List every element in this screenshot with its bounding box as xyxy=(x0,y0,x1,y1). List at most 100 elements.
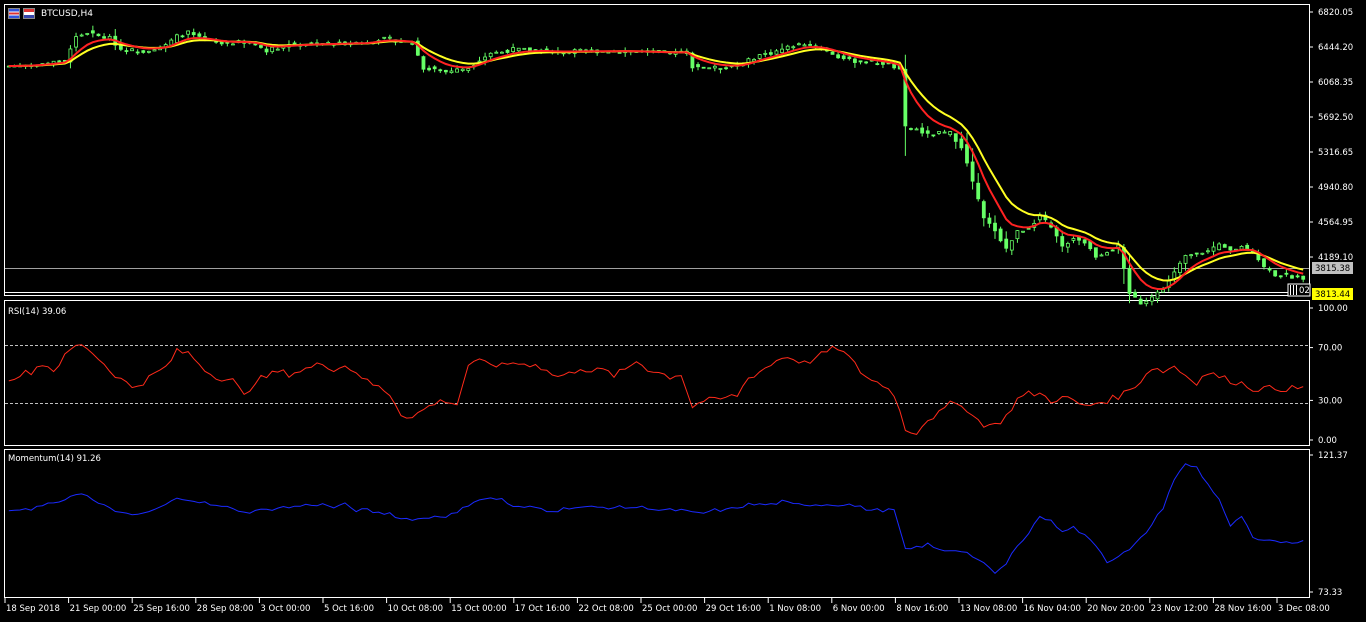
candle xyxy=(1099,253,1104,257)
candle xyxy=(427,65,431,72)
moving-averages xyxy=(8,37,1304,291)
time-tick-label: 20 Nov 20:00 xyxy=(1087,604,1144,614)
candle xyxy=(858,60,863,65)
momentum-line xyxy=(8,463,1304,574)
time-axis: 18 Sep 2018 21 Sep 00:00 25 Sep 16:00 28 Se… xyxy=(4,598,1330,614)
candle xyxy=(1273,270,1278,277)
candle xyxy=(768,49,773,57)
time-tick-label: 25 Oct 00:00 xyxy=(642,604,697,614)
candle xyxy=(707,67,712,70)
candle xyxy=(942,129,947,134)
time-tick-label: 3 Dec 08:00 xyxy=(1278,604,1330,614)
candle xyxy=(449,67,454,74)
candle xyxy=(796,42,801,46)
time-tick-label: 28 Nov 16:00 xyxy=(1214,604,1271,614)
rsi-tick-label: 70.00 xyxy=(1318,344,1342,354)
candle xyxy=(1295,273,1300,279)
candle xyxy=(443,69,448,75)
candle xyxy=(763,50,768,58)
candle xyxy=(522,47,527,50)
ma-slow-line xyxy=(8,39,1304,282)
candle xyxy=(1278,275,1283,279)
time-tick-label: 10 Oct 08:00 xyxy=(388,604,443,614)
time-tick-label: 8 Nov 16:00 xyxy=(896,604,948,614)
price-tick-label: 6444.20 xyxy=(1318,43,1353,53)
candle xyxy=(1060,230,1065,252)
candle xyxy=(1284,269,1289,277)
candle xyxy=(315,39,319,48)
symbol-label: BTCUSD,H4 xyxy=(41,8,94,19)
candle xyxy=(494,50,499,54)
candle xyxy=(1262,257,1266,270)
price-tick-label: 5692.50 xyxy=(1318,113,1353,123)
candle xyxy=(141,49,146,54)
time-tick-label: 13 Nov 08:00 xyxy=(960,604,1017,614)
price-tick-label: 4189.10 xyxy=(1318,253,1353,263)
candle xyxy=(1071,236,1076,244)
candle xyxy=(191,28,196,38)
candle xyxy=(993,215,997,239)
candle xyxy=(1166,275,1171,292)
time-tick-label: 5 Oct 16:00 xyxy=(324,604,374,614)
candle xyxy=(757,53,762,60)
candle xyxy=(505,49,510,54)
candle xyxy=(808,40,812,46)
candle xyxy=(696,62,700,71)
candle xyxy=(79,33,84,37)
rsi-panel-frame xyxy=(4,300,1310,446)
candle xyxy=(1138,295,1143,305)
momentum-label: Momentum(14) 91.26 xyxy=(8,454,101,464)
candle xyxy=(1043,211,1048,224)
candle xyxy=(135,49,140,56)
candle xyxy=(85,32,90,36)
candle xyxy=(432,65,437,73)
candle xyxy=(500,51,504,54)
candle xyxy=(74,32,78,52)
candle xyxy=(1189,253,1194,259)
price-tick-label: 4940.80 xyxy=(1318,183,1353,193)
candle xyxy=(914,127,919,131)
price-tick-label: 6068.35 xyxy=(1318,78,1353,88)
candle xyxy=(1082,239,1087,246)
candle xyxy=(802,43,807,47)
candle xyxy=(90,25,95,38)
chart-window: 6820.05 6444.20 6068.35 5692.50 5316.65 4940.… xyxy=(0,0,1366,619)
price-panel-frame xyxy=(4,4,1310,296)
candle xyxy=(1228,246,1233,254)
candle xyxy=(931,134,936,138)
candle xyxy=(438,68,443,74)
time-tick-label: 22 Oct 08:00 xyxy=(578,604,633,614)
time-tick-label: 25 Sep 16:00 xyxy=(133,604,190,614)
time-tick-label: 15 Oct 00:00 xyxy=(451,604,506,614)
time-tick-label: 29 Oct 16:00 xyxy=(706,604,761,614)
candle xyxy=(875,61,880,66)
candle xyxy=(1200,252,1205,256)
candle-series xyxy=(6,25,1306,307)
candle xyxy=(1105,251,1109,256)
candle xyxy=(124,47,129,55)
btc-flag-icon xyxy=(23,8,35,19)
candle xyxy=(1178,260,1182,278)
rsi-tick-label: 30.00 xyxy=(1318,396,1342,406)
candle xyxy=(965,132,969,167)
candle xyxy=(948,130,953,137)
time-tick-label: 21 Sep 00:00 xyxy=(70,604,127,614)
candle xyxy=(102,33,106,40)
candle xyxy=(937,131,941,136)
ma-fast-line xyxy=(8,37,1304,291)
momentum-panel-frame xyxy=(4,449,1310,598)
ask-label: 3813.44 xyxy=(1315,290,1350,300)
candle xyxy=(96,33,101,37)
candle xyxy=(925,126,930,138)
rsi-line xyxy=(8,344,1304,435)
candle xyxy=(785,44,790,52)
candle xyxy=(836,51,841,59)
candle xyxy=(1211,241,1216,256)
momentum-tick-label: 73.33 xyxy=(1318,588,1342,598)
candle xyxy=(1144,297,1149,307)
candle xyxy=(1065,241,1070,253)
candle xyxy=(1009,240,1014,256)
candle xyxy=(909,127,913,131)
candle xyxy=(1021,230,1025,233)
rsi-tick-label: 0.00 xyxy=(1318,436,1337,446)
